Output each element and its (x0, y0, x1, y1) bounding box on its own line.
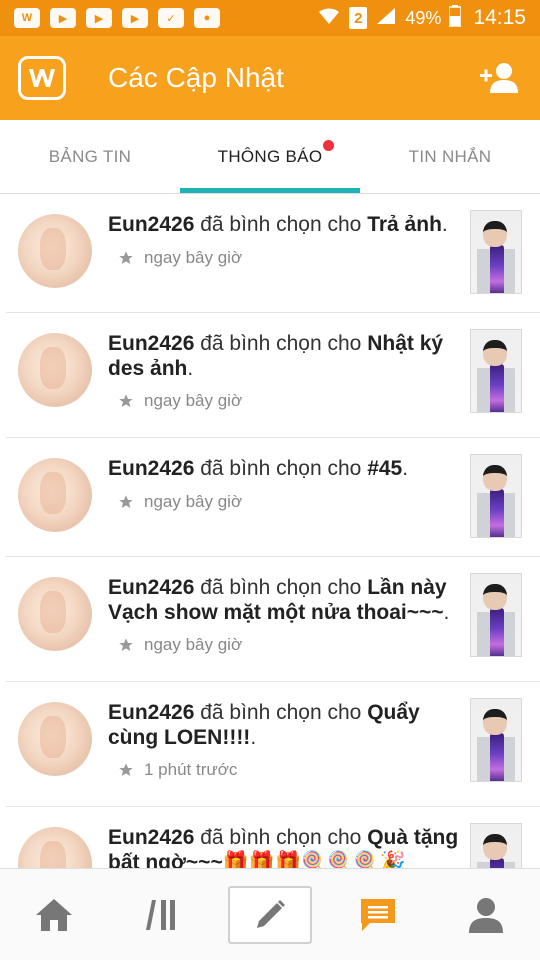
story-title: #45 (367, 457, 403, 480)
pencil-icon (257, 899, 285, 928)
tab-label: BẢNG TIN (48, 146, 132, 166)
download-check-icon: ✓ (158, 8, 184, 28)
home-icon (36, 898, 72, 931)
action-text: đã bình chọn cho (194, 826, 368, 849)
library-icon (146, 899, 175, 930)
timestamp: ngay bây giờ (144, 492, 243, 511)
tab-notifications[interactable]: THÔNG BÁO (180, 120, 360, 193)
notification-meta: 1 phút trước (118, 760, 237, 780)
action-text: đã bình chọn cho (194, 213, 368, 236)
notification-text: Eun2426 đã bình chọn cho #45. (108, 456, 460, 481)
star-icon (119, 763, 133, 776)
story-cover-thumbnail[interactable] (470, 698, 522, 782)
action-text: đã bình chọn cho (194, 457, 368, 480)
avatar[interactable] (18, 333, 92, 407)
avatar[interactable] (18, 577, 92, 651)
action-text: đã bình chọn cho (194, 701, 368, 724)
story-cover-thumbnail[interactable] (470, 210, 522, 294)
nav-write[interactable] (216, 869, 324, 960)
nav-home[interactable] (0, 869, 108, 960)
tab-label: THÔNG BÁO (217, 146, 323, 166)
youtube-notification-icon: ▶ (122, 8, 148, 28)
notification-meta: ngay bây giờ (118, 492, 242, 512)
nav-library[interactable] (108, 869, 216, 960)
bottom-navigation (0, 868, 540, 960)
youtube-notification-icon: ▶ (50, 8, 76, 28)
notification-item[interactable]: Eun2426 đã bình chọn cho Trả ảnh. ngay b… (6, 194, 540, 313)
star-icon (119, 394, 133, 407)
punctuation: . (443, 601, 450, 624)
avatar[interactable] (18, 702, 92, 776)
action-text: đã bình chọn cho (194, 332, 368, 355)
username: Eun2426 (108, 457, 195, 480)
story-cover-thumbnail[interactable] (470, 573, 522, 657)
status-bar: W ▶ ▶ ▶ ✓ ● 2 49% 14:15 (0, 0, 540, 36)
story-title: Trả ảnh (367, 213, 442, 236)
notification-text: Eun2426 đã bình chọn cho Lần này Vạch sh… (108, 575, 460, 625)
signal-icon (375, 6, 397, 31)
app-notification-icon: ● (194, 8, 220, 28)
add-friend-icon[interactable] (476, 58, 522, 98)
sim-indicator: 2 (349, 7, 368, 29)
wattpad-logo-icon[interactable] (18, 56, 66, 100)
youtube-notification-icon: ▶ (86, 8, 112, 28)
tab-messages[interactable]: TIN NHẮN (360, 120, 540, 193)
timestamp: ngay bây giờ (144, 635, 243, 654)
story-cover-thumbnail[interactable] (470, 329, 522, 413)
notification-item[interactable]: Eun2426 đã bình chọn cho Quẩy cùng LOEN!… (6, 682, 540, 807)
clock: 14:15 (473, 6, 526, 29)
notification-item[interactable]: Eun2426 đã bình chọn cho Nhật ký des ảnh… (6, 313, 540, 438)
nav-notifications[interactable] (324, 869, 432, 960)
avatar[interactable] (18, 214, 92, 288)
app-bar: Các Cập Nhật (0, 36, 540, 120)
timestamp: ngay bây giờ (144, 391, 243, 410)
star-icon (119, 495, 133, 508)
notification-text: Eun2426 đã bình chọn cho Quẩy cùng LOEN!… (108, 700, 460, 750)
tab-label: TIN NHẮN (408, 146, 492, 166)
username: Eun2426 (108, 213, 195, 236)
action-text: đã bình chọn cho (194, 576, 368, 599)
notification-text: Eun2426 đã bình chọn cho Nhật ký des ảnh… (108, 331, 460, 381)
star-icon (119, 251, 133, 264)
punctuation: . (187, 357, 194, 380)
wifi-icon (317, 6, 341, 31)
unread-badge (323, 140, 334, 151)
write-button[interactable] (228, 885, 312, 944)
notification-meta: ngay bây giờ (118, 635, 242, 655)
notification-item[interactable]: Eun2426 đã bình chọn cho Lần này Vạch sh… (6, 557, 540, 682)
notification-item[interactable]: Eun2426 đã bình chọn cho Quà tặng bất ng… (6, 807, 540, 868)
punctuation: . (250, 726, 257, 749)
avatar[interactable] (18, 458, 92, 532)
notification-meta: ngay bây giờ (118, 391, 242, 411)
tab-bar: BẢNG TIN THÔNG BÁO TIN NHẮN (0, 120, 540, 194)
notification-text: Eun2426 đã bình chọn cho Trả ảnh. (108, 212, 460, 237)
battery-percent: 49% (405, 7, 442, 28)
username: Eun2426 (108, 332, 195, 355)
wattpad-notification-icon: W (14, 8, 40, 28)
tab-news-feed[interactable]: BẢNG TIN (0, 120, 180, 193)
notification-text: Eun2426 đã bình chọn cho Quà tặng bất ng… (108, 825, 460, 868)
punctuation: . (402, 457, 409, 480)
timestamp: 1 phút trước (144, 760, 238, 779)
page-title: Các Cập Nhật (108, 62, 284, 93)
story-cover-thumbnail[interactable] (470, 454, 522, 538)
battery-icon (448, 4, 463, 32)
notification-list: Eun2426 đã bình chọn cho Trả ảnh. ngay b… (0, 194, 540, 868)
punctuation: . (441, 213, 448, 236)
username: Eun2426 (108, 826, 195, 849)
nav-profile[interactable] (432, 869, 540, 960)
avatar[interactable] (18, 827, 92, 868)
messages-icon (361, 898, 395, 931)
star-icon (119, 638, 133, 651)
username: Eun2426 (108, 701, 195, 724)
notification-meta: ngay bây giờ (118, 248, 242, 268)
username: Eun2426 (108, 576, 195, 599)
notification-item[interactable]: Eun2426 đã bình chọn cho #45. ngay bây g… (6, 438, 540, 557)
profile-icon (469, 897, 503, 933)
timestamp: ngay bây giờ (144, 248, 243, 267)
story-cover-thumbnail[interactable] (470, 823, 522, 868)
